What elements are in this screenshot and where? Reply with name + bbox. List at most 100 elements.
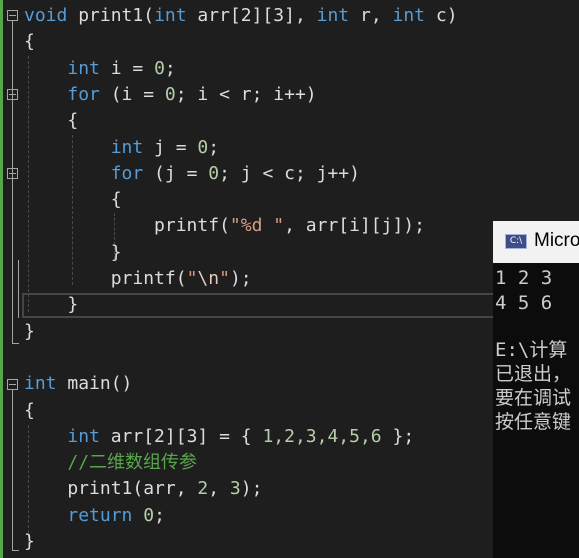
fold-end-print1 [12,343,19,344]
code-token: int [67,425,100,447]
code-token: }; [381,425,415,447]
code-token: 2 [197,478,209,500]
code-token: { [24,31,35,53]
code-token: } [24,320,35,342]
code-token: return [67,504,133,526]
code-token: \n [197,268,220,289]
console-output-line: 已退出， [495,363,572,385]
code-token: int [110,136,144,158]
console-output-line: E:\计算 [495,339,568,361]
code-line[interactable]: int i = 0; [24,56,176,82]
code-line[interactable]: { [24,29,35,55]
change-tracking-bar [0,0,3,558]
code-line[interactable]: for (i = 0; i < r; i++) [24,82,316,108]
code-token: print1( [67,5,155,26]
code-line[interactable]: return 0; [24,503,165,529]
console-app-icon: C:\ [505,234,527,249]
collapse-print1-icon[interactable] [7,10,18,21]
code-line[interactable]: print1(arr, 2, 3); [24,476,262,502]
code-token: int [316,5,350,26]
code-line[interactable]: { [24,108,78,134]
code-token: ; [154,504,165,526]
code-token: //二维数组传参 [67,452,198,474]
console-title: Micro [534,230,579,251]
code-token: r, [349,5,393,26]
code-token: 0 [208,162,220,184]
code-line[interactable]: } [24,292,78,318]
code-line[interactable]: { [24,398,35,424]
code-token: for [110,162,144,184]
code-token: arr[2][3], [186,5,317,26]
code-token: for [67,83,100,105]
code-line[interactable]: printf("%d ", arr[i][j]); [24,213,425,239]
code-token: ); [229,268,252,289]
code-token: j = [143,136,198,158]
code-line[interactable]: for (j = 0; j < c; j++) [24,161,360,187]
code-token: } [24,531,35,552]
code-line[interactable]: int main() [24,371,132,397]
console-window[interactable]: C:\ Micro 1 2 3 4 5 6 E:\计算 已退出， 要在调试 按任… [493,221,579,558]
code-token: arr[2][3] = { [99,425,263,447]
code-token: { [24,110,79,132]
code-token: { [24,399,35,421]
code-token: main() [56,373,133,395]
code-line[interactable]: } [24,240,122,266]
code-token: ); [240,478,263,500]
code-line[interactable]: printf("\n"); [24,266,252,292]
console-output-line: 4 5 6 [495,292,553,314]
code-token: print1(arr, [24,478,198,500]
code-line[interactable]: void print1(int arr[2][3], int r, int c) [24,3,458,29]
code-token: printf( [24,215,230,237]
code-token: , [208,478,230,500]
code-token: { [24,189,122,211]
code-token: } [24,241,122,263]
code-line[interactable]: } [24,529,35,555]
code-token: " [186,268,198,289]
console-output-line: 1 2 3 [495,267,553,289]
code-token: 0 [197,136,209,158]
code-token: 0 [154,57,165,79]
code-token: , arr[i][j]); [284,215,425,237]
code-token: int [24,373,57,395]
fold-end-main [12,550,19,551]
console-titlebar[interactable]: C:\ Micro [493,221,579,263]
code-token: c) [425,5,458,26]
code-token: ; j < c; j++) [219,162,360,184]
console-output-line: 按任意键 [495,411,572,433]
code-token: 1,2,3,4,5,6 [262,425,382,447]
code-token: i = [99,57,155,79]
code-token: 0 [143,504,155,526]
code-token: "%d " [229,215,285,237]
code-token: int [392,5,426,26]
code-token: 0 [164,83,176,105]
console-output-line: 要在调试 [495,387,572,409]
code-line[interactable]: int j = 0; [24,135,219,161]
fold-region-main [12,390,13,550]
code-token: ; [208,136,220,158]
fold-region-print1 [12,21,13,343]
code-token: int [154,5,187,26]
code-line[interactable]: { [24,187,122,213]
code-line[interactable]: //二维数组传参 [24,450,197,476]
code-line[interactable]: int arr[2][3] = { 1,2,3,4,5,6 }; [24,424,414,450]
code-token: (i = [99,83,165,105]
code-token: ; [164,57,176,79]
code-line[interactable]: } [24,319,35,345]
code-token: printf( [24,268,187,289]
code-token: } [24,294,79,316]
code-token: void [24,5,68,26]
code-token: (j = [143,162,209,184]
collapse-main-icon[interactable] [7,379,18,390]
code-token: 3 [229,478,241,500]
code-token: int [67,57,100,79]
code-token: " [219,268,230,289]
fold-region-inner [18,260,19,318]
